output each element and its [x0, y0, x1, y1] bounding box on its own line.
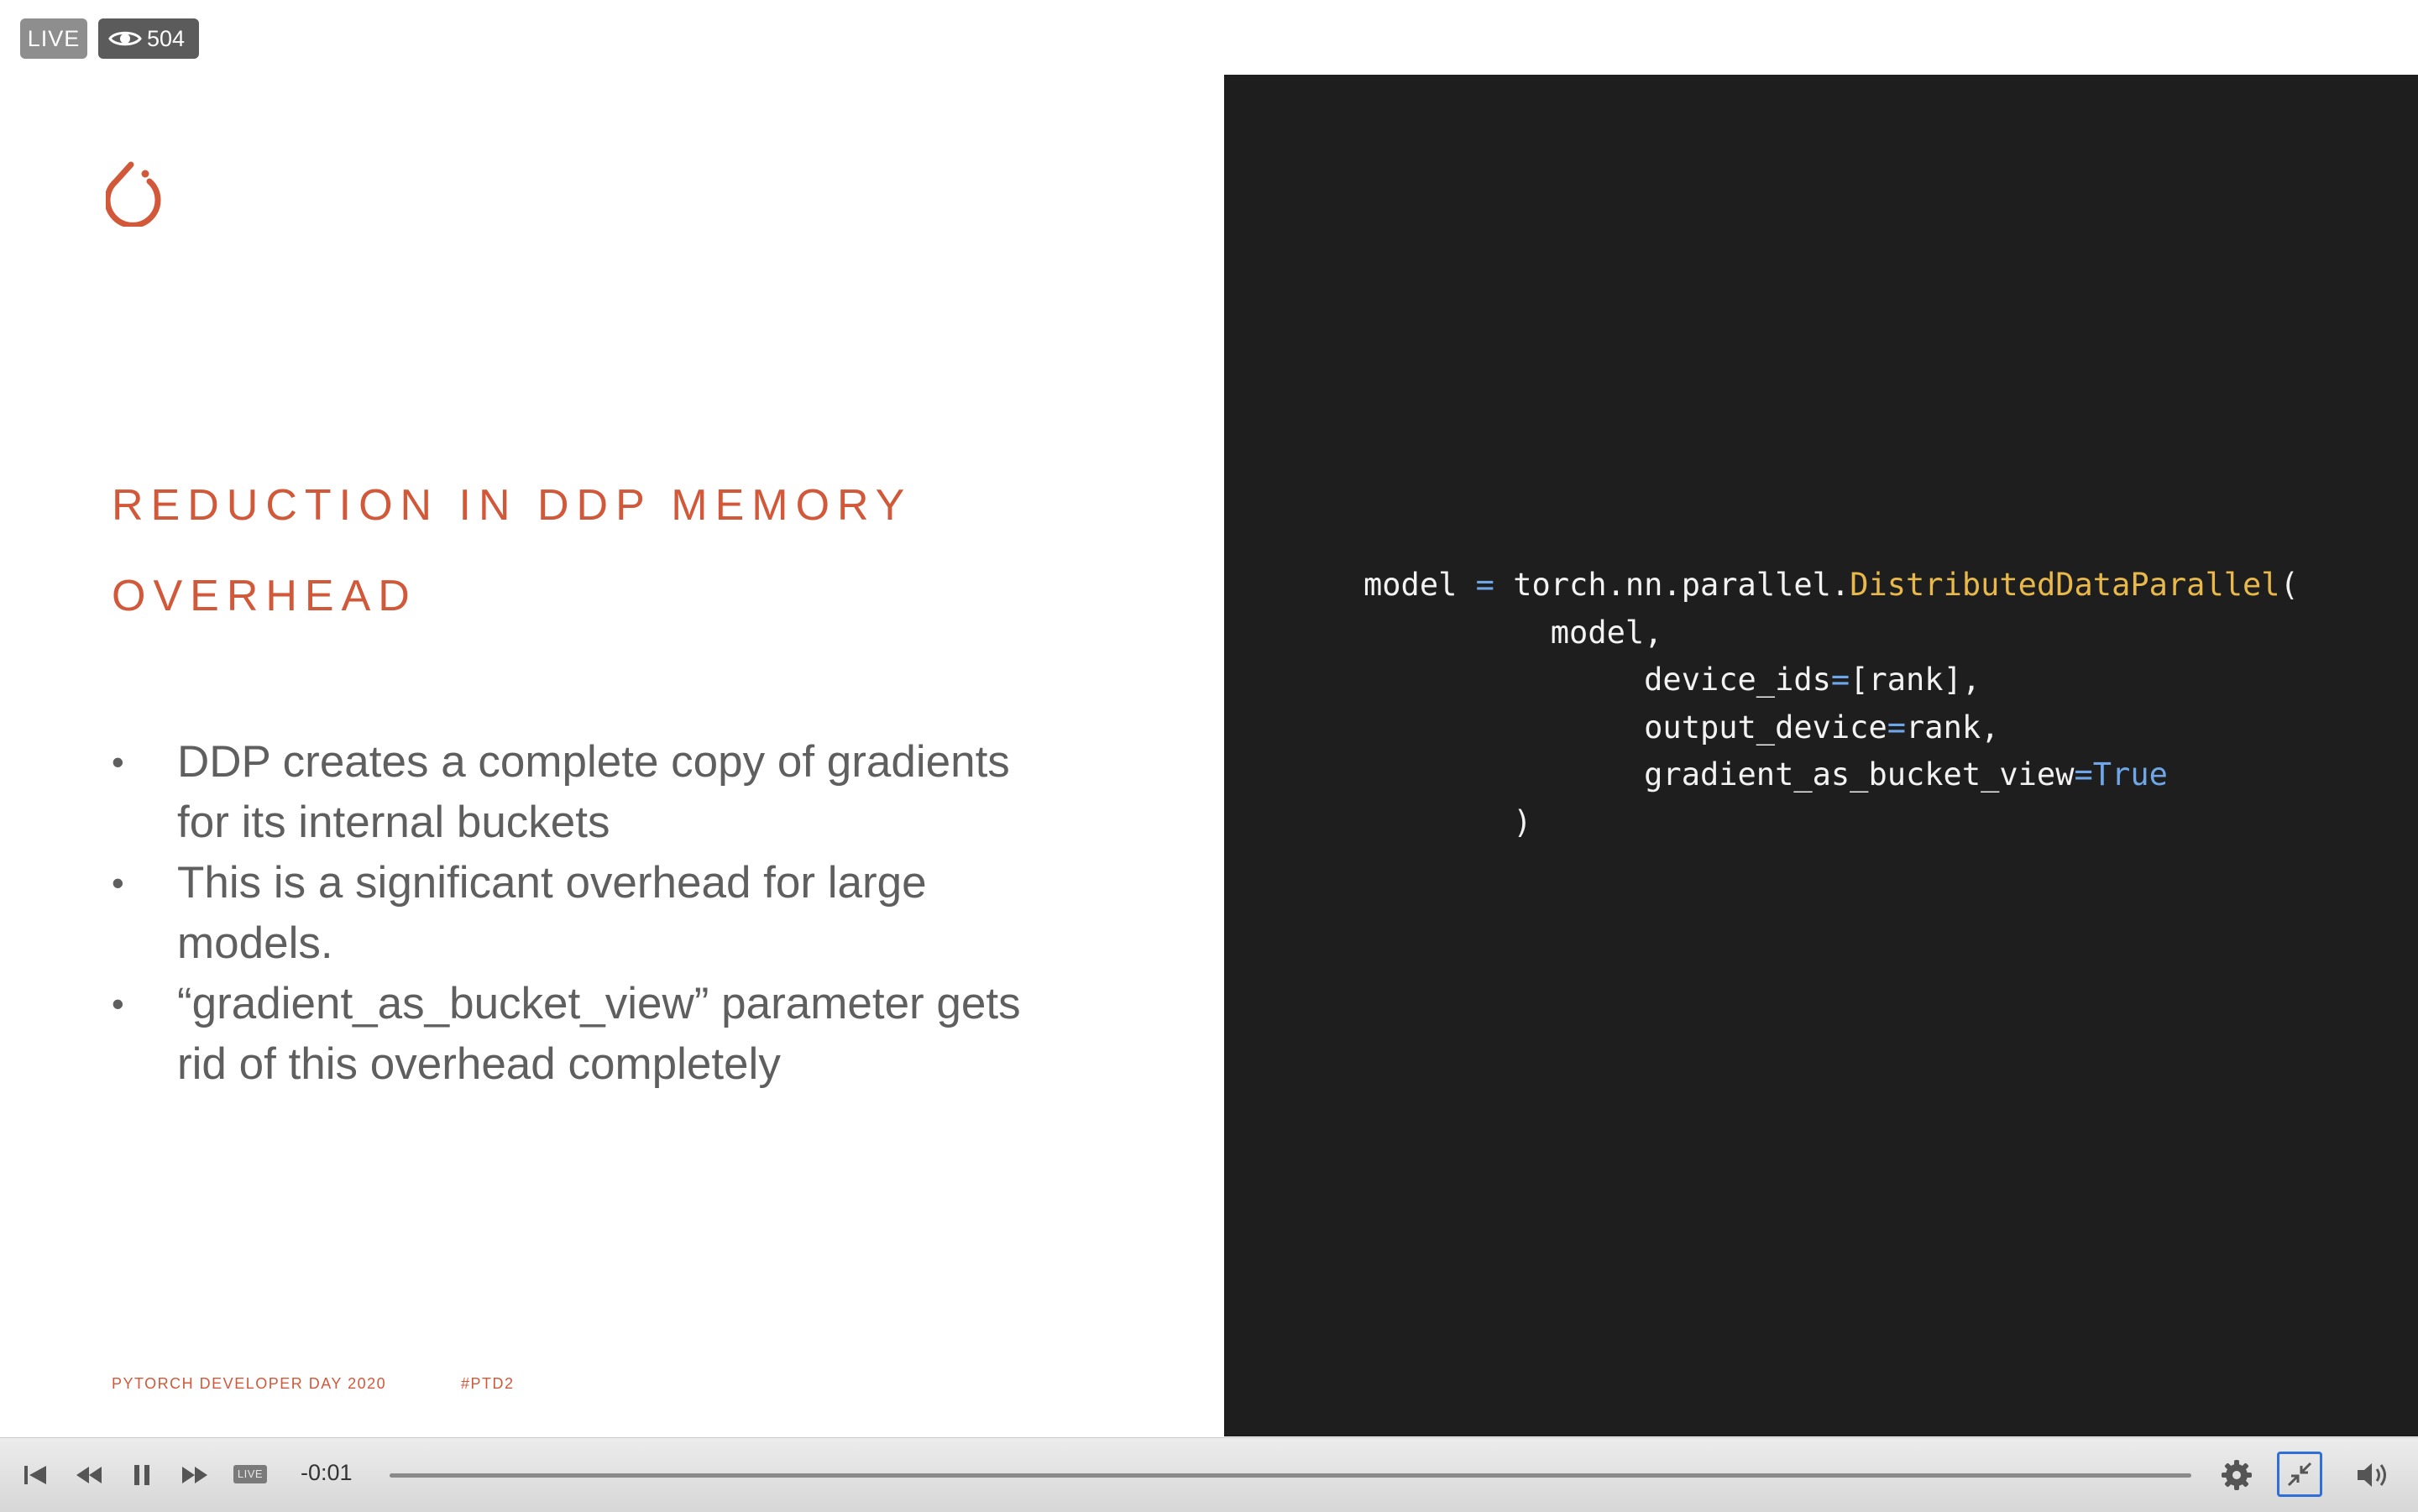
go-live-button[interactable]: LIVE — [233, 1465, 267, 1483]
volume-button[interactable] — [2354, 1458, 2393, 1492]
code-keyword: True — [2092, 756, 2168, 793]
code-token: rank, — [1906, 709, 2000, 746]
code-token: ( — [2279, 567, 2299, 603]
viewer-count-badge: 504 — [98, 18, 199, 59]
bullet-list: • DDP creates a complete copy of gradien… — [112, 732, 1060, 1095]
bullet-item: • This is a significant overhead for lar… — [112, 853, 1060, 974]
code-panel: model = torch.nn.parallel.DistributedDat… — [1224, 75, 2418, 1436]
progress-fill — [390, 1473, 2191, 1478]
code-token: torch.nn.parallel. — [1513, 567, 1850, 603]
code-token: ) — [1513, 803, 1532, 840]
bullet-text-line: models. — [177, 918, 333, 968]
code-param: gradient_as_bucket_view — [1644, 756, 2075, 793]
rewind-icon — [76, 1467, 102, 1483]
pause-icon — [134, 1465, 149, 1485]
bullet-item: • “gradient_as_bucket_view” parameter ge… — [112, 974, 1060, 1095]
viewer-count: 504 — [147, 26, 186, 51]
fast-forward-icon — [182, 1467, 207, 1483]
code-block: model = torch.nn.parallel.DistributedDat… — [1363, 562, 2299, 846]
bullet-text-line: This is a significant overhead for large — [177, 858, 927, 908]
code-token: [rank], — [1850, 662, 1981, 698]
bullet-item: • DDP creates a complete copy of gradien… — [112, 732, 1060, 853]
bullet-text-line: rid of this overhead completely — [177, 1039, 781, 1089]
slide-title: REDUCTION IN DDP MEMORY OVERHEAD — [112, 460, 1102, 641]
slide-title-line1: REDUCTION IN DDP MEMORY — [112, 481, 913, 530]
code-operator: = — [1475, 567, 1494, 603]
code-operator: = — [1887, 709, 1907, 746]
settings-gear-icon — [2222, 1460, 2252, 1490]
footer-hashtag: #PTD2 — [461, 1375, 515, 1392]
player-control-bar: LIVE -0:01 — [0, 1437, 2418, 1512]
code-param: device_ids — [1644, 662, 1831, 698]
eye-icon — [108, 31, 142, 46]
bullet-dot: • — [112, 863, 124, 902]
fast-forward-button[interactable] — [178, 1458, 212, 1492]
exit-fullscreen-button[interactable] — [2277, 1452, 2322, 1497]
bullet-dot: • — [112, 984, 124, 1023]
code-param: output_device — [1644, 709, 1887, 746]
exit-fullscreen-icon — [2287, 1462, 2312, 1487]
pause-button[interactable] — [128, 1458, 156, 1492]
volume-icon — [2358, 1463, 2386, 1487]
footer-event: PYTORCH DEVELOPER DAY 2020 — [112, 1375, 387, 1392]
live-badge: LIVE — [20, 18, 87, 59]
bullet-text-line: DDP creates a complete copy of gradients — [177, 737, 1010, 787]
bullet-dot: • — [112, 742, 124, 782]
skip-back-button[interactable] — [20, 1458, 50, 1492]
slide-title-line2: OVERHEAD — [112, 572, 417, 620]
skip-back-icon — [24, 1466, 46, 1484]
code-operator: = — [2074, 756, 2093, 793]
code-operator: = — [1830, 662, 1850, 698]
code-token: model — [1363, 567, 1458, 603]
time-remaining: -0:01 — [301, 1460, 353, 1485]
progress-bar[interactable] — [390, 1473, 2191, 1478]
bullet-text-line: “gradient_as_bucket_view” parameter gets — [177, 979, 1021, 1028]
code-class-name: DistributedDataParallel — [1850, 567, 2280, 603]
bullet-text-line: for its internal buckets — [177, 798, 610, 847]
settings-button[interactable] — [2218, 1458, 2255, 1492]
rewind-button[interactable] — [72, 1458, 106, 1492]
pytorch-flame-logo — [106, 161, 161, 227]
code-token: model, — [1550, 614, 1663, 651]
